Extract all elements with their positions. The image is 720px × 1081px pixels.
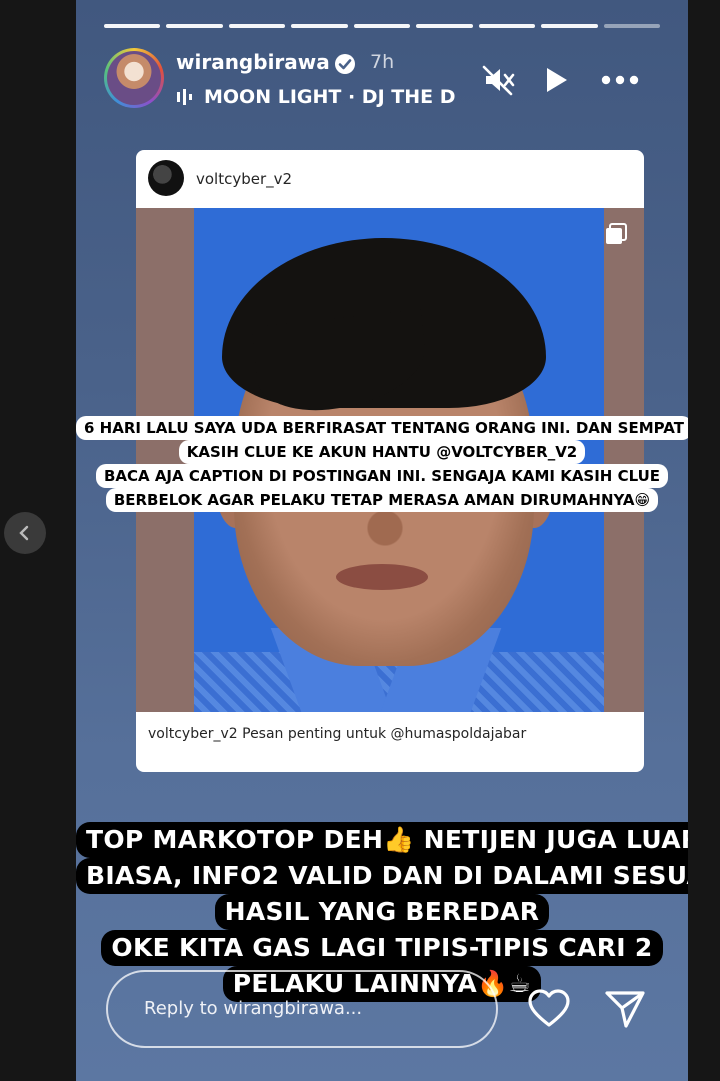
overlay-line: KASIH CLUE KE AKUN HANTU @VOLTCYBER_V2: [178, 440, 586, 464]
overlay-line: BACA AJA CAPTION DI POSTINGAN INI. SENGA…: [95, 464, 669, 488]
story-viewer[interactable]: wirangbirawa 7h MOON LIGHT · DJ THE DF v…: [76, 0, 688, 1081]
verified-badge-icon: [335, 54, 355, 74]
progress-segment: [541, 24, 598, 28]
progress-segment: [291, 24, 348, 28]
music-bars-icon: [177, 89, 192, 105]
play-icon: [547, 68, 567, 92]
bottom-line: TOP MARKOTOP DEH👍 NETIJEN JUGA LUAR: [76, 822, 688, 858]
bottom-line: OKE KITA GAS LAGI TIPIS-TIPIS CARI 2: [101, 930, 663, 966]
play-button[interactable]: [536, 60, 576, 100]
reply-input[interactable]: Reply to wirangbirawa...: [106, 970, 498, 1048]
bottom-line: BIASA, INFO2 VALID DAN DI DALAMI SESUAI: [76, 858, 688, 894]
right-backdrop: [688, 0, 720, 1081]
music-track[interactable]: MOON LIGHT · DJ THE DF: [204, 86, 456, 108]
caption-username: voltcyber_v2: [148, 726, 238, 742]
author-avatar[interactable]: [104, 48, 164, 108]
progress-segment: [166, 24, 223, 28]
reply-placeholder: Reply to wirangbirawa...: [144, 998, 363, 1019]
chevron-left-icon: [19, 525, 29, 541]
send-icon: [605, 991, 645, 1028]
more-options-button[interactable]: [600, 60, 640, 100]
heart-icon: [528, 989, 570, 1027]
mute-button[interactable]: [478, 60, 518, 100]
post-author-username: voltcyber_v2: [196, 170, 293, 188]
progress-segment: [478, 24, 536, 28]
overlay-line: 6 HARI LALU SAYA UDA BERFIRASAT TENTANG …: [76, 416, 688, 440]
speaker-muted-icon: [482, 65, 515, 96]
overlay-text-block: 6 HARI LALU SAYA UDA BERFIRASAT TENTANG …: [76, 416, 688, 512]
progress-segment: [104, 24, 161, 28]
progress-segment: [416, 24, 473, 28]
overlay-line: BERBELOK AGAR PELAKU TETAP MERASA AMAN D…: [105, 488, 659, 512]
author-username[interactable]: wirangbirawa: [176, 50, 330, 74]
like-button[interactable]: [526, 986, 572, 1032]
post-caption: voltcyber_v2 Pesan penting untuk @humasp…: [148, 726, 638, 742]
progress-segment: [228, 24, 286, 28]
story-time: 7h: [370, 51, 395, 73]
multiple-images-icon: [606, 223, 627, 244]
bottom-line: HASIL YANG BEREDAR: [214, 894, 550, 930]
progress-segment-current: [603, 24, 660, 28]
send-button[interactable]: [602, 986, 648, 1032]
more-icon: [601, 75, 639, 85]
story-progress-bar: [104, 24, 660, 28]
progress-segment: [353, 24, 411, 28]
post-header: voltcyber_v2: [136, 150, 644, 208]
previous-story-button[interactable]: [4, 512, 46, 554]
caption-text: Pesan penting untuk @humaspoldajabar: [237, 726, 527, 742]
post-author-avatar: [148, 160, 184, 196]
